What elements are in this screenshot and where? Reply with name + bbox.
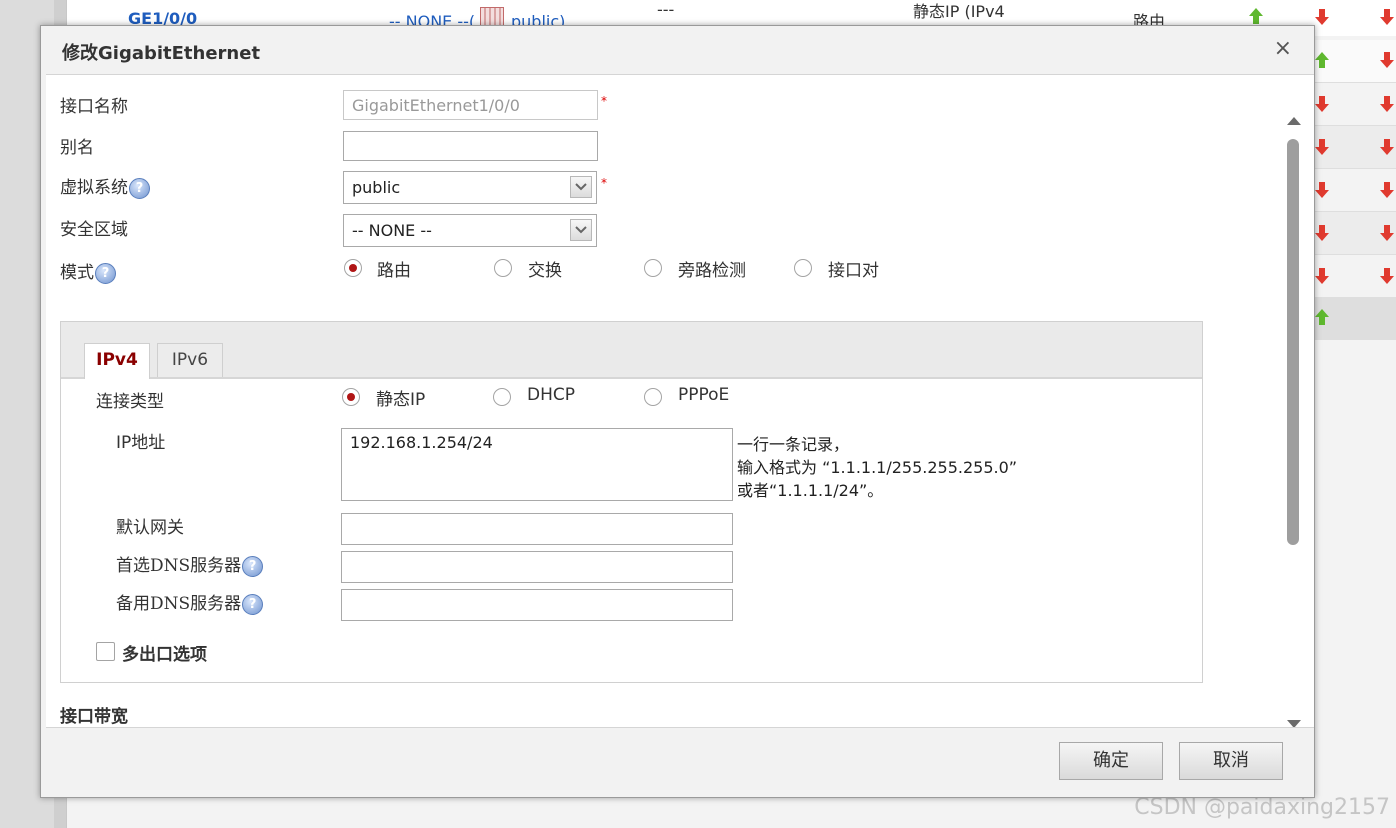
interface-name-input: [343, 90, 598, 120]
hint-line: 输入格式为 “1.1.1.1/255.255.255.0”: [737, 458, 1018, 477]
arrow-down-icon[interactable]: [1378, 95, 1396, 113]
vsys-label: 虚拟系统?: [60, 173, 150, 199]
conn-radio-pppoe[interactable]: [644, 388, 662, 406]
background-dashes: ---: [657, 0, 675, 19]
tab-ipv4[interactable]: IPv4: [84, 343, 150, 379]
ip-tab-bar: IPv4 IPv6: [61, 322, 1202, 379]
mode-option-label: 接口对: [828, 261, 879, 281]
required-mark: *: [601, 94, 607, 108]
mode-label-text: 模式: [60, 263, 94, 283]
mode-radio-route[interactable]: [344, 259, 362, 277]
hint-line: 或者“1.1.1.1/24”。: [737, 481, 884, 500]
gateway-label: 默认网关: [116, 518, 184, 538]
interface-name-label: 接口名称: [60, 97, 128, 117]
alias-input[interactable]: [343, 131, 598, 161]
alias-label: 别名: [60, 138, 94, 158]
mode-option-label: 路由: [377, 261, 411, 281]
arrow-down-icon[interactable]: [1313, 267, 1331, 285]
dns2-label: 备用DNS服务器?: [116, 589, 264, 615]
hint-line: 一行一条记录，: [737, 435, 850, 454]
conn-option-label: PPPoE: [678, 385, 730, 405]
dns2-input[interactable]: [341, 589, 733, 621]
mode-option-label: 旁路检测: [678, 261, 746, 281]
dialog-footer: 确定 取消: [41, 727, 1314, 797]
dns1-input[interactable]: [341, 551, 733, 583]
help-icon[interactable]: ?: [242, 594, 264, 615]
arrow-down-icon[interactable]: [1313, 95, 1331, 113]
gateway-input[interactable]: [341, 513, 733, 545]
multi-exit-checkbox[interactable]: [96, 642, 115, 661]
arrow-up-icon[interactable]: [1313, 51, 1331, 69]
zone-select-value: -- NONE --: [352, 221, 432, 240]
conn-radio-dhcp[interactable]: [493, 388, 511, 406]
zone-label: 安全区域: [60, 220, 128, 240]
arrow-down-icon[interactable]: [1378, 181, 1396, 199]
mode-radio-bypass[interactable]: [644, 259, 662, 277]
required-mark: *: [601, 176, 607, 190]
arrow-down-icon[interactable]: [1378, 267, 1396, 285]
conn-option-label: DHCP: [527, 385, 575, 405]
close-icon[interactable]: ×: [1274, 36, 1292, 61]
scroll-up-icon[interactable]: [1287, 117, 1301, 125]
help-icon[interactable]: ?: [242, 556, 264, 577]
mode-radio-interface-pair[interactable]: [794, 259, 812, 277]
conn-option-label: 静态IP: [376, 390, 426, 410]
bandwidth-section-title: 接口带宽: [60, 707, 128, 727]
multi-exit-label: 多出口选项: [122, 645, 207, 665]
arrow-down-icon[interactable]: [1378, 224, 1396, 242]
dialog-scrollbar[interactable]: [1282, 113, 1304, 727]
vsys-select[interactable]: public: [343, 171, 597, 204]
ip-address-textarea[interactable]: [341, 428, 733, 501]
arrow-down-icon[interactable]: [1313, 8, 1331, 26]
arrow-down-icon[interactable]: [1378, 8, 1396, 26]
zone-select[interactable]: -- NONE --: [343, 214, 597, 247]
ip-config-panel: IPv4 IPv6 连接类型 静态IP DHCP PPPoE IP地址 一行一条…: [60, 321, 1203, 683]
conn-radio-static[interactable]: [342, 388, 360, 406]
conn-type-label: 连接类型: [96, 392, 164, 412]
ip-address-hint: 一行一条记录， 输入格式为 “1.1.1.1/255.255.255.0” 或者…: [737, 433, 1017, 502]
dns1-label-text: 首选DNS服务器: [116, 556, 242, 576]
mode-label: 模式?: [60, 258, 116, 284]
arrow-down-icon[interactable]: [1313, 138, 1331, 156]
help-icon[interactable]: ?: [129, 178, 150, 199]
vsys-label-text: 虚拟系统: [60, 178, 128, 198]
tab-ipv6[interactable]: IPv6: [157, 343, 223, 377]
mode-radio-switch[interactable]: [494, 259, 512, 277]
dns2-label-text: 备用DNS服务器: [116, 594, 242, 614]
watermark: CSDN @paidaxing2157: [1134, 795, 1390, 820]
arrow-down-icon[interactable]: [1313, 181, 1331, 199]
dialog-body: 接口名称 * 别名 虚拟系统? public * 安全区域 -- NONE --…: [46, 74, 1314, 728]
background-ip-type: 静态IP (IPv4: [913, 2, 1005, 21]
cancel-button[interactable]: 取消: [1179, 742, 1283, 780]
mode-option-label: 交换: [528, 261, 562, 281]
vsys-select-value: public: [352, 178, 401, 197]
dialog-header: 修改GigabitEthernet ×: [41, 26, 1314, 74]
ip-address-label: IP地址: [116, 433, 166, 453]
ok-button[interactable]: 确定: [1059, 742, 1163, 780]
arrow-down-icon[interactable]: [1378, 138, 1396, 156]
scroll-thumb[interactable]: [1287, 139, 1299, 545]
arrow-down-icon[interactable]: [1378, 51, 1396, 69]
arrow-up-icon[interactable]: [1313, 308, 1331, 326]
arrow-down-icon[interactable]: [1313, 224, 1331, 242]
dialog-title: 修改GigabitEthernet: [62, 43, 261, 64]
arrow-up-icon[interactable]: [1247, 7, 1265, 25]
help-icon[interactable]: ?: [95, 263, 116, 284]
edit-interface-dialog: 修改GigabitEthernet × 接口名称 * 别名 虚拟系统? publ…: [40, 25, 1315, 798]
chevron-down-icon[interactable]: [570, 176, 592, 198]
dns1-label: 首选DNS服务器?: [116, 551, 264, 577]
chevron-down-icon[interactable]: [570, 219, 592, 241]
